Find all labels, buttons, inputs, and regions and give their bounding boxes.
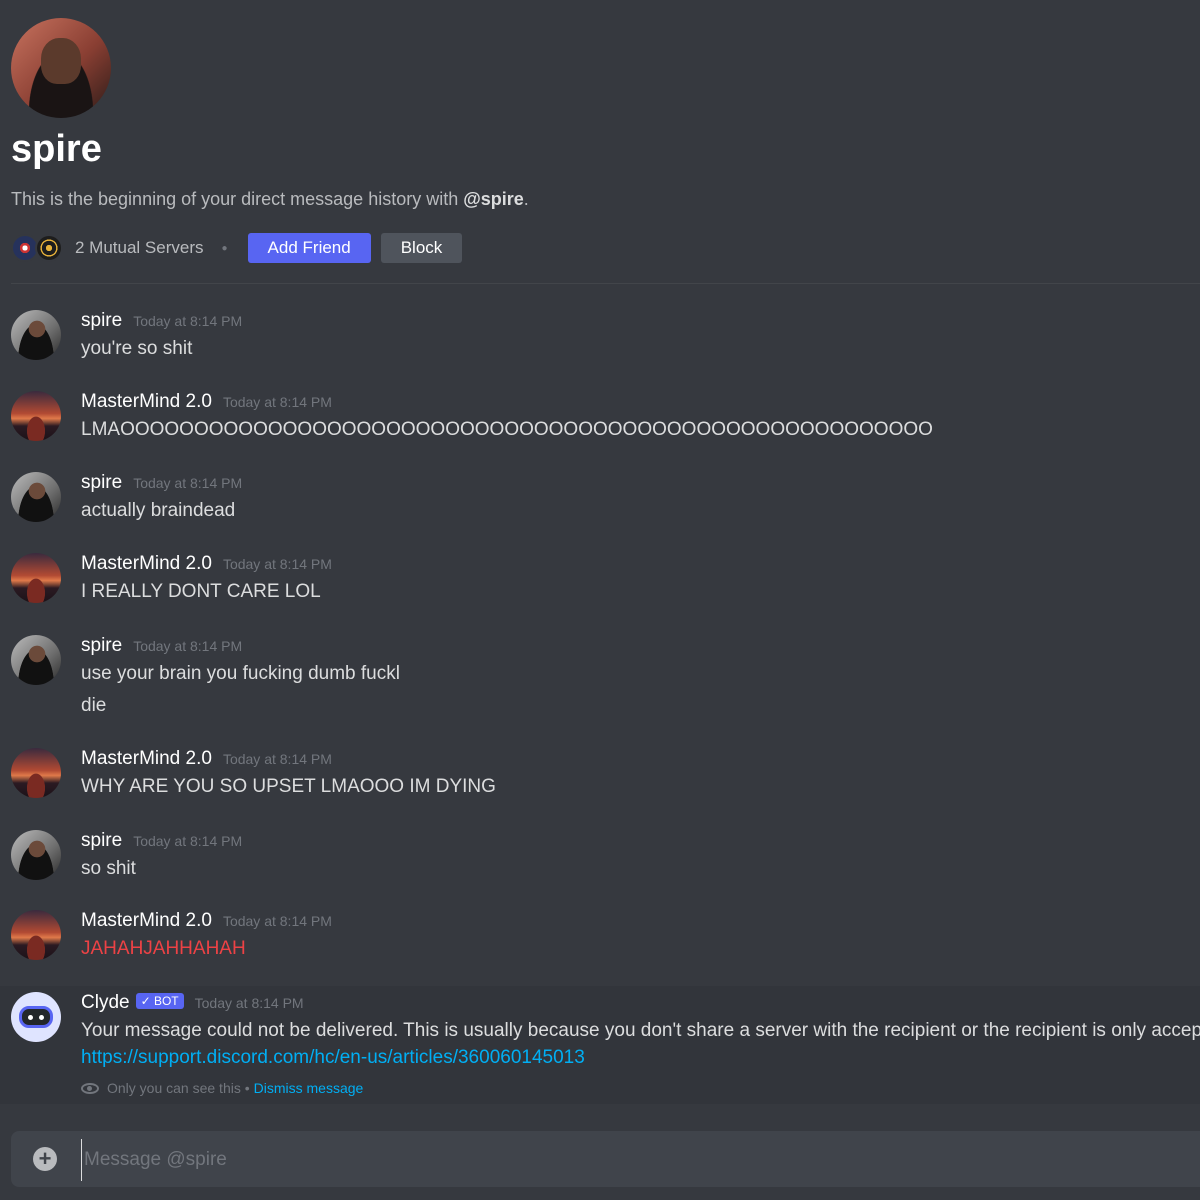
avatar[interactable] [11, 910, 61, 960]
author-name[interactable]: spire [81, 830, 122, 852]
timestamp: Today at 8:14 PM [133, 475, 243, 491]
profile-avatar[interactable] [11, 18, 111, 118]
message-text: WHY ARE YOU SO UPSET LMAOOO IM DYING [81, 776, 496, 797]
ephemeral-notice: Only you can see this • Dismiss message [81, 1080, 363, 1096]
bot-badge: ✓ BOT [135, 993, 184, 1009]
mutual-servers-row: 2 Mutual Servers ● Add Friend Block [11, 233, 463, 263]
message-text: actually braindead [81, 500, 236, 521]
message-composer: + [11, 1131, 1200, 1187]
add-attachment-icon[interactable]: + [33, 1147, 57, 1171]
message-text: LMAOOOOOOOOOOOOOOOOOOOOOOOOOOOOOOOOOOOOO… [81, 419, 933, 440]
mutual-servers-link[interactable]: 2 Mutual Servers [75, 238, 204, 258]
author-name[interactable]: MasterMind 2.0 [81, 910, 212, 932]
timestamp: Today at 8:14 PM [133, 833, 243, 849]
timestamp: Today at 8:14 PM [133, 638, 243, 654]
intro-suffix: . [523, 189, 529, 209]
mutual-server-icon-2[interactable] [35, 234, 63, 262]
author-name[interactable]: spire [81, 635, 122, 657]
separator-dot: ● [221, 242, 228, 254]
timestamp: Today at 8:14 PM [222, 394, 332, 410]
header-divider [11, 283, 1200, 284]
author-name[interactable]: spire [81, 310, 122, 332]
intro-handle: @spire [463, 189, 524, 209]
timestamp: Today at 8:14 PM [222, 556, 332, 572]
block-button[interactable]: Block [380, 233, 463, 263]
timestamp: Today at 8:14 PM [222, 913, 332, 929]
message-text: so shit [81, 858, 136, 879]
avatar[interactable] [11, 391, 61, 441]
avatar[interactable] [11, 472, 61, 522]
clyde-system-message[interactable]: Clyde ✓ BOT Today at 8:14 PM Your message … [0, 986, 1200, 1104]
message-text: I REALLY DONT CARE LOL [81, 581, 321, 602]
message-text: die [81, 695, 107, 716]
timestamp: Today at 8:14 PM [194, 995, 304, 1011]
clyde-message-text: Your message could not be delivered. Thi… [81, 1020, 1200, 1041]
timestamp: Today at 8:14 PM [133, 313, 243, 329]
support-link[interactable]: https://support.discord.com/hc/en-us/art… [81, 1047, 585, 1069]
avatar[interactable] [11, 553, 61, 603]
avatar[interactable] [11, 830, 61, 880]
add-friend-button[interactable]: Add Friend [247, 233, 371, 263]
robot-icon [19, 1006, 53, 1028]
author-name[interactable]: MasterMind 2.0 [81, 391, 212, 413]
message-text: JAHAHJAHHAHAH [81, 938, 246, 959]
message-input[interactable] [81, 1139, 1186, 1181]
avatar[interactable] [11, 310, 61, 360]
clyde-avatar[interactable] [11, 992, 61, 1042]
avatar[interactable] [11, 748, 61, 798]
page-title: spire [11, 128, 102, 170]
author-name[interactable]: spire [81, 472, 122, 494]
author-name[interactable]: MasterMind 2.0 [81, 553, 212, 575]
dm-header: spire This is the beginning of your dire… [0, 0, 1200, 284]
avatar[interactable] [11, 635, 61, 685]
eye-icon [81, 1082, 99, 1094]
message-text: use your brain you fucking dumb fuckl [81, 663, 400, 684]
timestamp: Today at 8:14 PM [222, 751, 332, 767]
dm-intro-text: This is the beginning of your direct mes… [11, 189, 529, 210]
author-name[interactable]: Clyde [81, 992, 130, 1014]
author-name[interactable]: MasterMind 2.0 [81, 748, 212, 770]
intro-prefix: This is the beginning of your direct mes… [11, 189, 464, 209]
only-you-text: Only you can see this • [107, 1080, 250, 1096]
dismiss-message-link[interactable]: Dismiss message [254, 1080, 364, 1096]
message-text: you're so shit [81, 338, 193, 359]
